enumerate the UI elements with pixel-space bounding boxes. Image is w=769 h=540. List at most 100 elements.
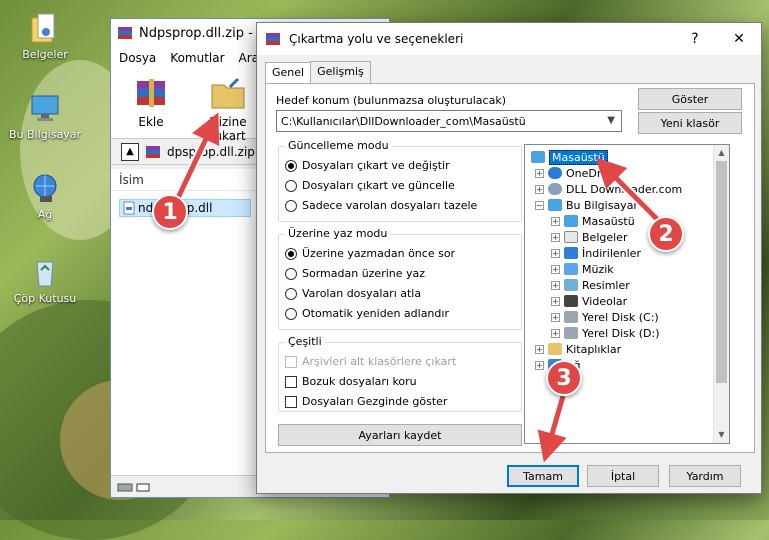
expand-icon[interactable]: + xyxy=(551,232,560,242)
destination-label: Hedef konum (bulunmazsa oluşturulacak) xyxy=(276,94,506,107)
chevron-down-icon[interactable]: ▼ xyxy=(607,115,615,126)
desktop-icon-label: Bu Bilgisayar xyxy=(9,128,81,141)
tree-item-drive-d[interactable]: + Yerel Disk (D:) xyxy=(551,325,660,341)
option-label: Arşivleri alt klasörlere çıkart xyxy=(302,355,457,368)
step-badge-2: 2 xyxy=(648,216,684,252)
radio-button[interactable] xyxy=(285,179,297,192)
tree-item-music[interactable]: + Müzik xyxy=(551,261,614,277)
checkbox[interactable] xyxy=(285,375,297,388)
desktop-icon-label: Ağ xyxy=(37,208,53,221)
tree-item-downloads[interactable]: + İndirilenler xyxy=(551,245,641,261)
recycle-bin-icon xyxy=(28,256,62,288)
radio-button[interactable] xyxy=(285,159,297,172)
update-option-fresh-only[interactable]: Sadece varolan dosyaları tazele xyxy=(285,199,477,212)
save-settings-button[interactable]: Ayarları kaydet xyxy=(278,424,522,446)
expand-icon[interactable]: + xyxy=(551,328,560,338)
cancel-button[interactable]: İptal xyxy=(587,465,659,487)
expand-icon[interactable]: + xyxy=(551,216,560,226)
scroll-down-icon[interactable]: ▼ xyxy=(714,427,729,443)
update-option-extract-replace[interactable]: Dosyaları çıkart ve değiştir xyxy=(285,159,450,172)
winrar-title: Ndpsprop.dll.zip - W xyxy=(139,25,270,41)
dialog-tabs: Genel Gelişmiş xyxy=(265,61,371,84)
desktop-icon-this-pc[interactable]: Bu Bilgisayar xyxy=(8,92,82,141)
radio-button[interactable] xyxy=(285,267,297,280)
expand-icon[interactable]: + xyxy=(551,296,560,306)
dialog-titlebar: Çıkartma yolu ve seçenekleri ? ✕ xyxy=(257,23,761,55)
desktop-icon-documents[interactable]: Belgeler xyxy=(8,12,82,61)
up-folder-button[interactable]: ▲ xyxy=(121,142,139,161)
tree-item-onedrive[interactable]: + OneDrive xyxy=(535,165,618,181)
option-label: Dosyaları Gezginde göster xyxy=(302,395,448,408)
overwrite-option-without-prompt[interactable]: Sormadan üzerine yaz xyxy=(285,267,425,280)
folder-tree[interactable]: Masaüstü + OneDrive + DLL Downloader.com… xyxy=(524,144,730,444)
expand-icon[interactable]: + xyxy=(551,280,560,290)
drive-icon xyxy=(564,327,578,339)
extract-dialog: Çıkartma yolu ve seçenekleri ? ✕ Genel G… xyxy=(256,22,762,494)
close-icon[interactable]: ✕ xyxy=(717,31,761,47)
tree-item-desktop[interactable]: Masaüstü xyxy=(531,149,608,165)
tree-item-user[interactable]: + DLL Downloader.com xyxy=(535,181,682,197)
show-button[interactable]: Göster xyxy=(638,88,742,110)
tree-item-drive-c[interactable]: + Yerel Disk (C:) xyxy=(551,309,659,325)
option-label: Otomatik yeniden adlandır xyxy=(302,307,449,320)
zip-archive-icon xyxy=(146,145,160,158)
destination-path-combo[interactable]: C:\Kullanıcılar\DllDownloader_com\Masaüs… xyxy=(276,110,622,132)
dialog-title: Çıkartma yolu ve seçenekleri xyxy=(289,32,464,46)
expand-icon[interactable]: + xyxy=(551,264,560,274)
option-label: Sormadan üzerine yaz xyxy=(302,267,426,280)
tree-item-libraries[interactable]: + Kitaplıklar xyxy=(535,341,621,357)
desktop-icon-network[interactable]: Ağ xyxy=(8,172,82,221)
radio-button[interactable] xyxy=(285,287,297,300)
menu-file[interactable]: Dosya xyxy=(119,51,156,65)
overwrite-mode-group: Üzerine yaz modu Üzerine yazmadan önce s… xyxy=(278,227,522,330)
expand-icon[interactable]: + xyxy=(551,312,560,322)
scroll-up-icon[interactable]: ▲ xyxy=(714,145,729,161)
radio-button[interactable] xyxy=(285,247,297,260)
radio-button[interactable] xyxy=(285,199,297,212)
new-folder-button[interactable]: Yeni klasör xyxy=(638,112,742,134)
tree-item-label: Resimler xyxy=(582,278,630,292)
tree-scrollbar[interactable]: ▲ ▼ xyxy=(713,145,729,443)
misc-option-keep-broken[interactable]: Bozuk dosyaları koru xyxy=(285,375,417,388)
tree-item-label: Kitaplıklar xyxy=(566,342,622,356)
tab-advanced[interactable]: Gelişmiş xyxy=(310,61,371,83)
overwrite-option-ask[interactable]: Üzerine yazmadan önce sor xyxy=(285,247,455,260)
misc-group: Çeşitli Arşivleri alt klasörlere çıkart … xyxy=(278,335,522,412)
desktop-icon-recycle-bin[interactable]: Çöp Kutusu xyxy=(8,256,82,305)
expand-icon[interactable]: + xyxy=(551,248,560,258)
update-option-extract-update[interactable]: Dosyaları çıkart ve güncelle xyxy=(285,179,455,192)
overwrite-option-rename[interactable]: Otomatik yeniden adlandır xyxy=(285,307,449,320)
documents-icon xyxy=(564,231,578,243)
misc-title: Çeşitli xyxy=(285,335,325,348)
help-button[interactable]: Yardım xyxy=(669,465,741,487)
tree-item-documents[interactable]: + Belgeler xyxy=(551,229,627,245)
tree-item-pictures[interactable]: + Resimler xyxy=(551,277,630,293)
radio-button[interactable] xyxy=(285,307,297,320)
option-label: Varolan dosyaları atla xyxy=(302,287,422,300)
expand-icon[interactable]: + xyxy=(535,360,544,370)
collapse-icon[interactable]: − xyxy=(535,200,544,210)
overwrite-option-skip[interactable]: Varolan dosyaları atla xyxy=(285,287,421,300)
tree-item-this-pc[interactable]: − Bu Bilgisayar xyxy=(535,197,638,213)
option-label: Dosyaları çıkart ve güncelle xyxy=(302,179,455,192)
help-title-button[interactable]: ? xyxy=(673,31,717,47)
downloads-icon xyxy=(564,247,578,259)
menu-commands[interactable]: Komutlar xyxy=(170,51,224,65)
address-path: dpsprop.dll.zip xyxy=(167,144,255,159)
checkbox[interactable] xyxy=(285,395,297,408)
tab-general[interactable]: Genel xyxy=(265,62,312,84)
tree-item-label: İndirilenler xyxy=(582,246,641,260)
misc-option-show-in-explorer[interactable]: Dosyaları Gezginde göster xyxy=(285,395,447,408)
expand-icon[interactable]: + xyxy=(535,344,544,354)
ok-button[interactable]: Tamam xyxy=(507,465,579,487)
expand-icon[interactable]: + xyxy=(535,168,544,178)
tree-item-label: Belgeler xyxy=(582,230,628,244)
tree-item-pc-desktop[interactable]: + Masaüstü xyxy=(551,213,635,229)
expand-icon[interactable]: + xyxy=(535,184,544,194)
add-button[interactable]: Ekle xyxy=(119,75,183,132)
tree-item-videos[interactable]: + Videolar xyxy=(551,293,627,309)
desktop-icon-label: Belgeler xyxy=(22,48,68,61)
onedrive-icon xyxy=(548,167,562,179)
scroll-thumb[interactable] xyxy=(716,161,727,383)
extract-to-button[interactable]: Dizine Çıkart xyxy=(191,75,265,143)
